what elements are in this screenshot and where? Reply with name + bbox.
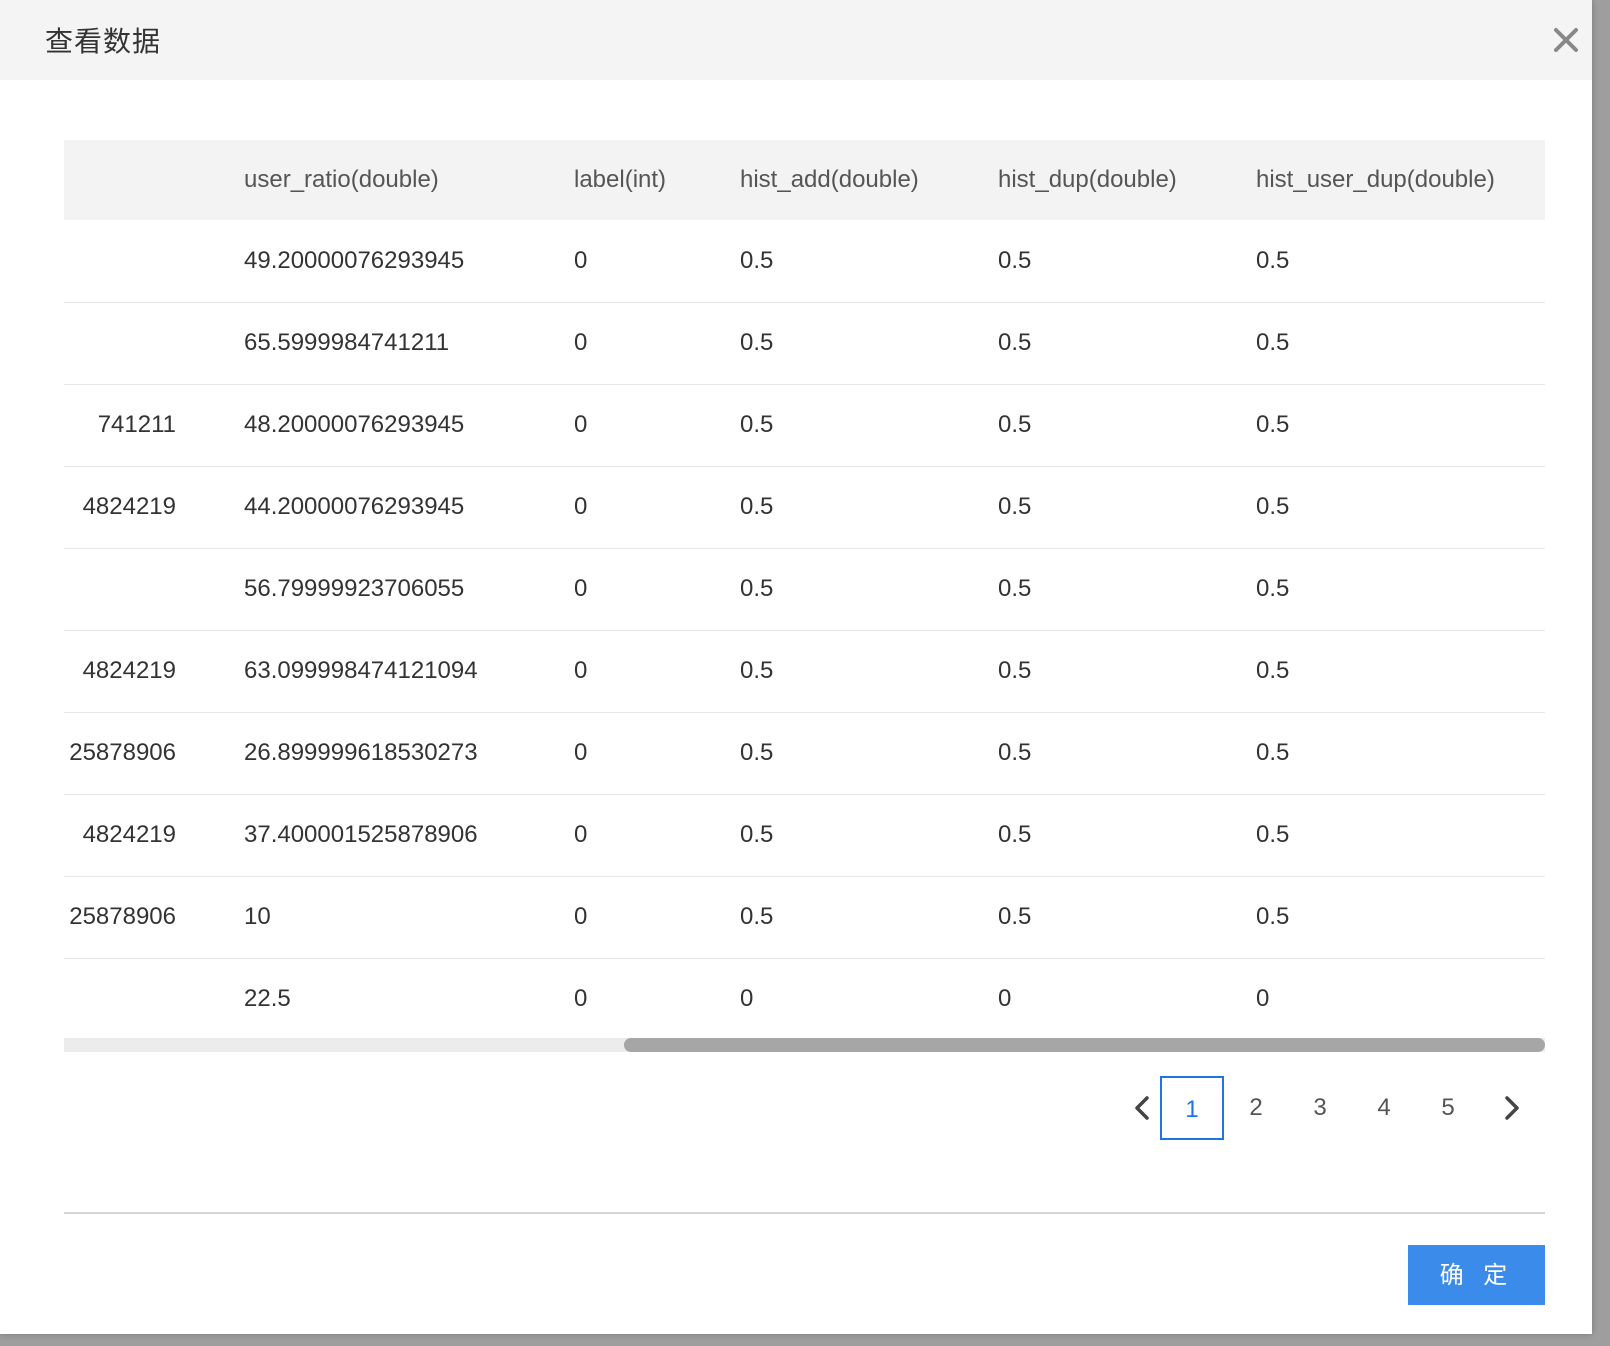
column-header-hist-dup[interactable]: hist_dup(double) xyxy=(998,140,1177,220)
cell-truncated xyxy=(64,548,176,630)
cell-hist-add: 0.5 xyxy=(740,247,774,274)
cell-truncated: 25878906 xyxy=(69,903,176,930)
cell-hist-add: 0.5 xyxy=(740,821,774,848)
table-row: 56.79999923706055 0 0.5 0.5 0.5 xyxy=(64,548,1545,631)
cell-hist-dup: 0.5 xyxy=(998,329,1032,356)
table-row: 22.5 0 0 0 0 xyxy=(64,958,1545,1041)
cell-user-ratio: 63.099998474121094 xyxy=(244,657,478,684)
cell-hist-user-dup: 0.5 xyxy=(1256,247,1290,274)
chevron-right-icon xyxy=(1505,1096,1519,1120)
table-row: 25878906 26.899999618530273 0 0.5 0.5 0.5 xyxy=(64,712,1545,795)
cell-user-ratio: 26.899999618530273 xyxy=(244,739,478,766)
cell-label: 0 xyxy=(574,985,588,1012)
cell-label: 0 xyxy=(574,657,588,684)
cell-label: 0 xyxy=(574,739,588,766)
column-header-label[interactable]: label(int) xyxy=(574,140,666,220)
cell-hist-add: 0.5 xyxy=(740,493,774,520)
page-button-3[interactable]: 3 xyxy=(1288,1076,1352,1140)
cell-hist-add: 0.5 xyxy=(740,411,774,438)
cell-hist-user-dup: 0.5 xyxy=(1256,657,1290,684)
page-button-2[interactable]: 2 xyxy=(1224,1076,1288,1140)
cell-truncated xyxy=(64,220,176,302)
footer-divider xyxy=(64,1212,1545,1214)
table-row: 741211 48.20000076293945 0 0.5 0.5 0.5 xyxy=(64,384,1545,467)
cell-label: 0 xyxy=(574,247,588,274)
cell-hist-user-dup: 0.5 xyxy=(1256,821,1290,848)
page-button-4[interactable]: 4 xyxy=(1352,1076,1416,1140)
table-row: 25878906 10 0 0.5 0.5 0.5 xyxy=(64,876,1545,959)
backdrop-bottom xyxy=(0,1334,1610,1346)
close-icon xyxy=(1554,28,1578,52)
cell-truncated xyxy=(64,302,176,384)
cell-truncated: 25878906 xyxy=(69,739,176,766)
cell-hist-user-dup: 0.5 xyxy=(1256,493,1290,520)
cell-hist-add: 0.5 xyxy=(740,329,774,356)
cell-hist-dup: 0.5 xyxy=(998,493,1032,520)
column-header-hist-add[interactable]: hist_add(double) xyxy=(740,140,919,220)
cell-hist-dup: 0.5 xyxy=(998,247,1032,274)
dialog-title: 查看数据 xyxy=(45,25,162,58)
table-row: 49.20000076293945 0 0.5 0.5 0.5 xyxy=(64,220,1545,303)
cell-label: 0 xyxy=(574,903,588,930)
cell-hist-add: 0.5 xyxy=(740,657,774,684)
cell-label: 0 xyxy=(574,575,588,602)
cell-user-ratio: 10 xyxy=(244,903,271,930)
cell-label: 0 xyxy=(574,411,588,438)
cell-user-ratio: 44.20000076293945 xyxy=(244,493,465,520)
cell-truncated: 4824219 xyxy=(82,657,176,684)
confirm-button[interactable]: 确 定 xyxy=(1408,1245,1545,1305)
cell-truncated: 741211 xyxy=(97,411,176,438)
cell-hist-user-dup: 0.5 xyxy=(1256,575,1290,602)
table-row: 4824219 37.400001525878906 0 0.5 0.5 0.5 xyxy=(64,794,1545,877)
cell-hist-add: 0.5 xyxy=(740,575,774,602)
cell-label: 0 xyxy=(574,493,588,520)
cell-hist-dup: 0.5 xyxy=(998,739,1032,766)
scrollbar-thumb[interactable] xyxy=(624,1038,1545,1052)
cell-hist-user-dup: 0.5 xyxy=(1256,903,1290,930)
cell-hist-dup: 0.5 xyxy=(998,903,1032,930)
cell-hist-user-dup: 0.5 xyxy=(1256,411,1290,438)
cell-user-ratio: 49.20000076293945 xyxy=(244,247,465,274)
cell-truncated: 4824219 xyxy=(82,821,176,848)
table-row: 4824219 63.099998474121094 0 0.5 0.5 0.5 xyxy=(64,630,1545,713)
table-row: 4824219 44.20000076293945 0 0.5 0.5 0.5 xyxy=(64,466,1545,549)
next-page-button[interactable] xyxy=(1480,1076,1544,1140)
cell-hist-dup: 0.5 xyxy=(998,411,1032,438)
data-table: user_ratio(double) label(int) hist_add(d… xyxy=(64,140,1545,1052)
cell-user-ratio: 37.400001525878906 xyxy=(244,821,478,848)
cell-hist-user-dup: 0.5 xyxy=(1256,739,1290,766)
horizontal-scrollbar[interactable] xyxy=(64,1038,1545,1052)
cell-hist-dup: 0 xyxy=(998,985,1012,1012)
dialog-header: 查看数据 xyxy=(0,0,1592,80)
view-data-dialog: 查看数据 user_ratio(double) label(int) hist_… xyxy=(0,0,1592,1334)
cell-hist-dup: 0.5 xyxy=(998,575,1032,602)
cell-truncated: 4824219 xyxy=(82,493,176,520)
cell-user-ratio: 65.5999984741211 xyxy=(244,329,450,356)
cell-user-ratio: 22.5 xyxy=(244,985,291,1012)
table-header: user_ratio(double) label(int) hist_add(d… xyxy=(64,140,1545,220)
cell-hist-dup: 0.5 xyxy=(998,657,1032,684)
cell-user-ratio: 48.20000076293945 xyxy=(244,411,465,438)
cell-user-ratio: 56.79999923706055 xyxy=(244,575,465,602)
column-header-hist-user-dup[interactable]: hist_user_dup(double) xyxy=(1256,140,1495,220)
close-button[interactable] xyxy=(1546,20,1586,60)
cell-hist-add: 0.5 xyxy=(740,903,774,930)
cell-truncated xyxy=(64,958,176,1040)
cell-hist-add: 0.5 xyxy=(740,739,774,766)
cell-label: 0 xyxy=(574,329,588,356)
table-row: 65.5999984741211 0 0.5 0.5 0.5 xyxy=(64,302,1545,385)
backdrop-right xyxy=(1592,0,1610,1346)
cell-hist-user-dup: 0.5 xyxy=(1256,329,1290,356)
column-header-user-ratio[interactable]: user_ratio(double) xyxy=(244,140,439,220)
cell-label: 0 xyxy=(574,821,588,848)
page-button-1[interactable]: 1 xyxy=(1160,1076,1224,1140)
page-button-5[interactable]: 5 xyxy=(1416,1076,1480,1140)
cell-hist-add: 0 xyxy=(740,985,754,1012)
cell-hist-dup: 0.5 xyxy=(998,821,1032,848)
cell-hist-user-dup: 0 xyxy=(1256,985,1270,1012)
